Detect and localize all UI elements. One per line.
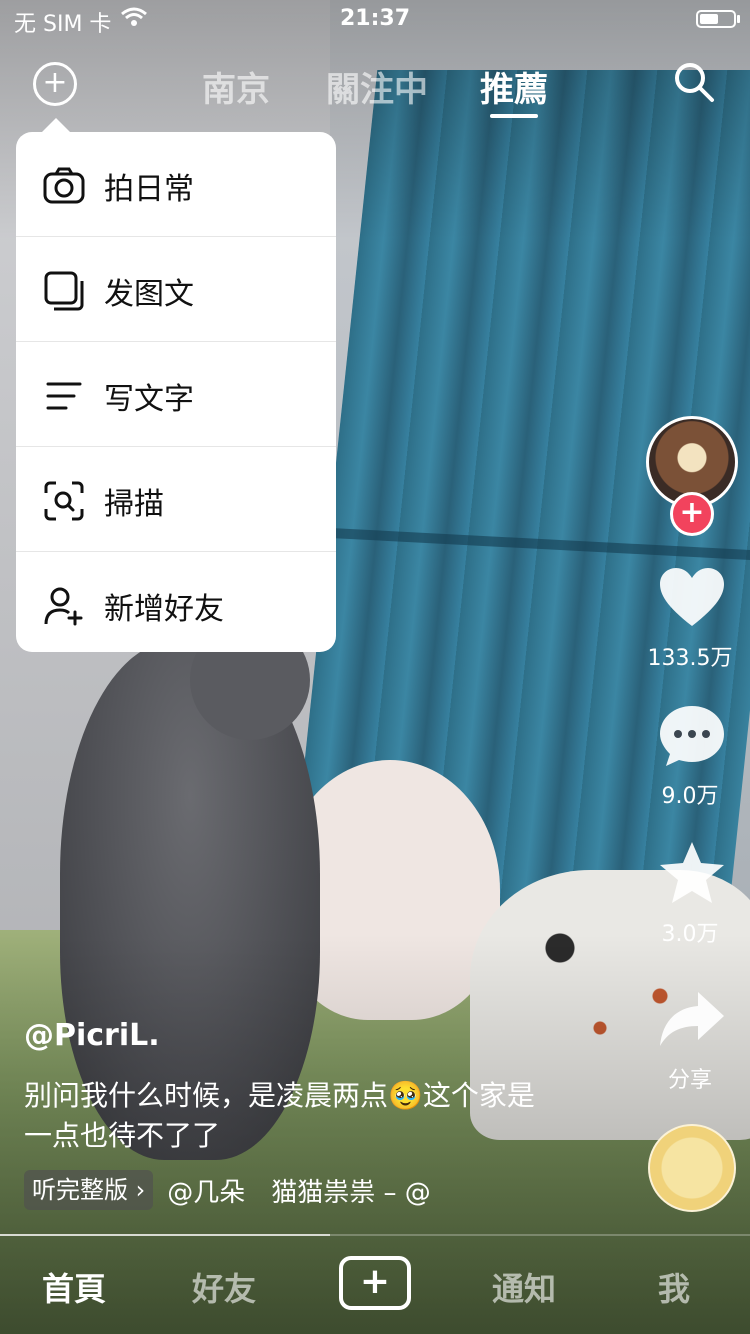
menu-caret [42,118,70,132]
battery-cap [737,15,740,23]
search-icon[interactable] [672,60,716,104]
camera-icon [42,164,86,208]
tab-nanjing[interactable]: 南京 [202,62,270,111]
tab-following[interactable]: 關注中 [326,62,428,111]
favorite-count: 3.0万 [661,922,719,947]
author-username[interactable]: @PicriL. [24,1018,160,1053]
tab-recommended[interactable]: 推薦 [480,62,548,111]
comment-count: 9.0万 [661,784,719,809]
video-progress-bar[interactable] [0,1234,750,1236]
full-version-badge[interactable]: 听完整版 › [24,1170,154,1210]
menu-item-label: 拍日常 [104,172,194,207]
menu-item-scan[interactable]: 掃描 [16,447,336,552]
top-nav: + 南京 關注中 推薦 [0,58,750,118]
menu-item-label: 掃描 [104,487,164,522]
gallery-icon [42,269,86,313]
bottom-tab-notifications[interactable]: 通知 [492,1264,556,1310]
status-bar: 无 SIM 卡 21:37 [0,0,750,40]
bottom-tab-friends[interactable]: 好友 [192,1264,256,1310]
menu-item-label: 写文字 [104,382,194,417]
bottom-nav: 首頁 好友 + 通知 我 [0,1250,750,1334]
menu-item-post-image[interactable]: 发图文 [16,237,336,342]
menu-item-label: 新增好友 [104,592,224,627]
like-icon[interactable] [656,562,728,634]
menu-item-write-text[interactable]: 写文字 [16,342,336,447]
create-button[interactable]: + [339,1256,411,1310]
scan-icon [42,479,86,523]
follow-button[interactable]: + [670,492,714,536]
battery-icon [696,10,736,28]
video-progress-fill [0,1234,330,1236]
clock: 21:37 [339,6,411,31]
music-disc[interactable] [648,1124,736,1212]
create-menu-button[interactable]: + [33,62,77,106]
menu-item-label: 发图文 [104,277,194,312]
menu-item-add-friend[interactable]: 新增好友 [16,552,336,652]
menu-item-shoot-daily[interactable]: 拍日常 [16,132,336,237]
bottom-tab-me[interactable]: 我 [658,1264,690,1310]
video-description[interactable]: 别问我什么时候，是凌晨两点🥹这个家是一点也待不了了 [24,1076,544,1156]
add-friend-icon [42,584,86,628]
share-label: 分享 [667,1068,712,1093]
favorite-icon[interactable] [656,838,728,910]
share-icon[interactable] [656,984,728,1056]
like-count: 133.5万 [647,646,733,671]
tab-active-indicator [490,114,538,118]
music-row[interactable]: 听完整版 › @几朵 猫猫祟祟 – @ [24,1170,431,1210]
bottom-tab-home[interactable]: 首頁 [42,1264,106,1310]
text-lines-icon [42,374,86,418]
create-menu: 拍日常 发图文 写文字 掃描 新增好友 [16,132,336,652]
comment-icon[interactable] [656,700,728,772]
music-title[interactable]: @几朵 猫猫祟祟 – @ [167,1172,431,1209]
